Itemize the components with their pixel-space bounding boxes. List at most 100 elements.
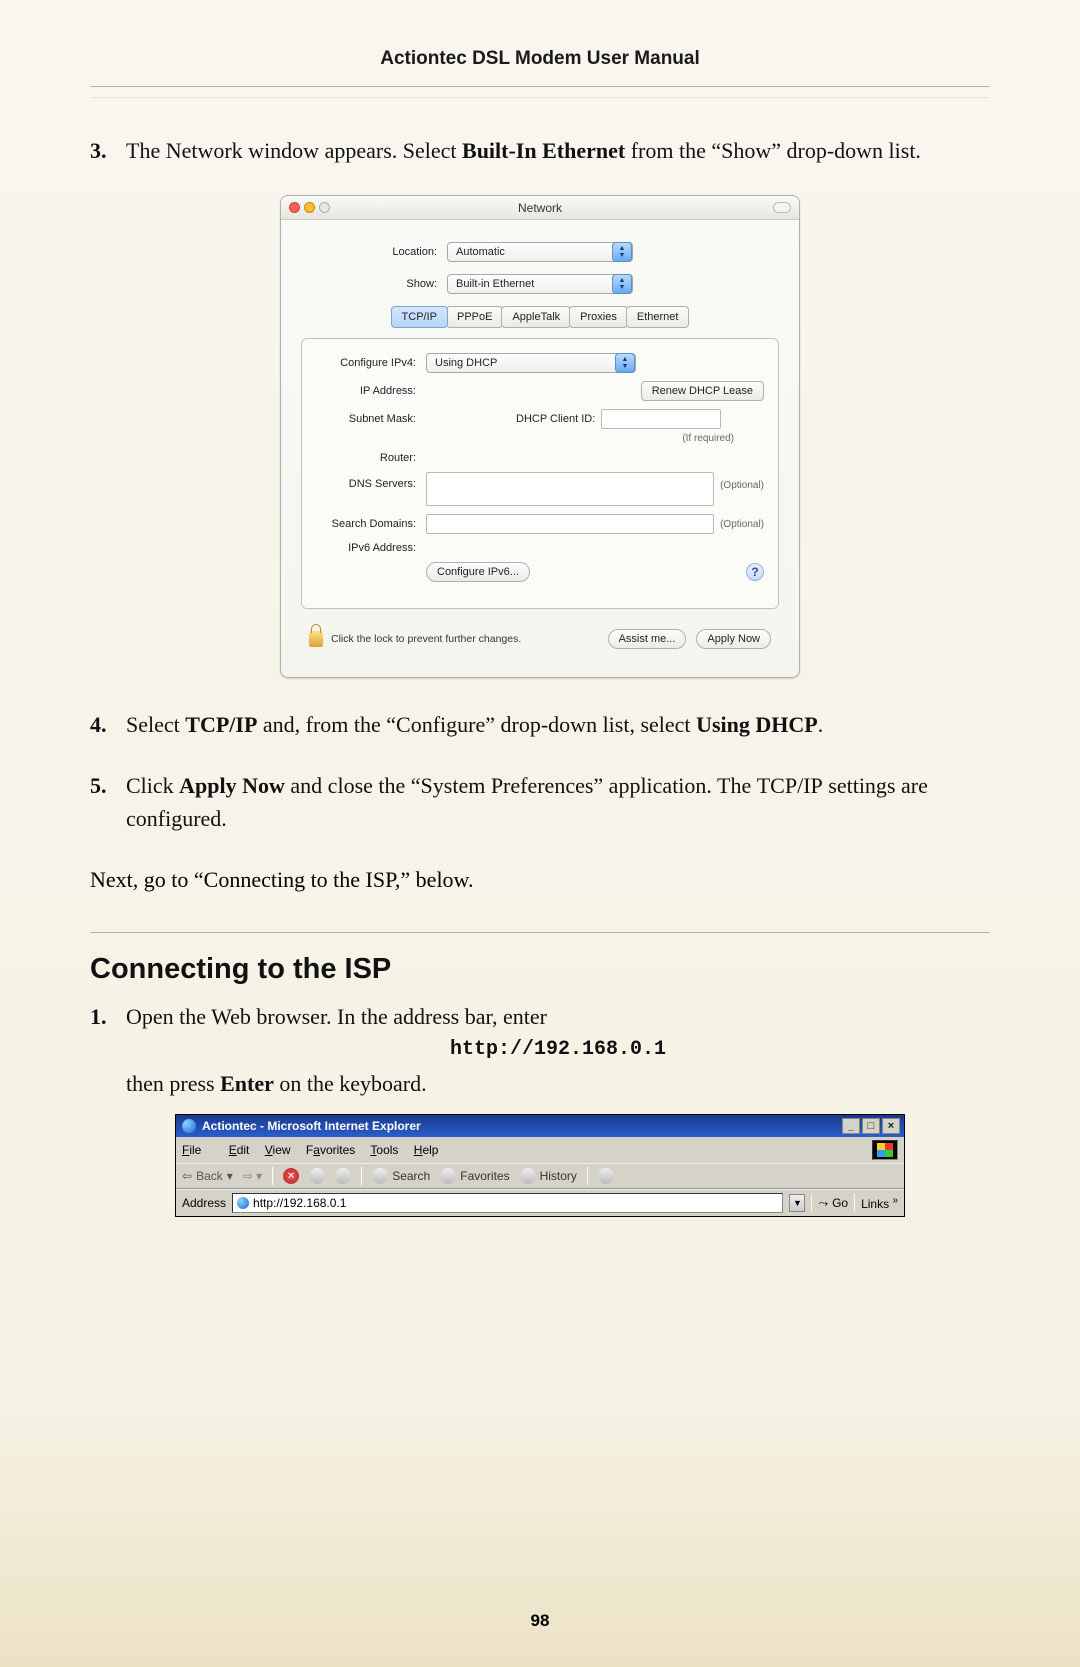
show-label: Show: [297,278,447,290]
close-icon[interactable]: × [882,1118,900,1134]
links-button[interactable]: Links » [861,1195,898,1211]
separator [272,1167,273,1185]
text: The Network window appears. Select [126,138,462,163]
optional-note: (Optional) [720,519,764,530]
if-required-note: (If required) [682,433,734,444]
ie-addressbar: Address http://192.168.0.1 ▼ ⤳ Go Links … [176,1189,904,1216]
menu-file[interactable]: File [182,1143,213,1157]
network-preferences-window: Network Location: Automatic ▲▼ Show: Bui… [280,195,800,678]
favorites-icon [440,1168,456,1184]
history-icon [520,1168,536,1184]
renew-dhcp-lease-button[interactable]: Renew DHCP Lease [641,381,764,401]
menu-favorites[interactable]: Favorites [306,1143,355,1157]
text: and, from the “Configure” drop-down list… [257,712,696,737]
menu-tools[interactable]: Tools [370,1143,398,1157]
select-value: Using DHCP [435,357,497,369]
lock-icon[interactable] [309,631,323,647]
step-number: 4. [90,708,126,741]
favorites-button[interactable]: Favorites [440,1168,509,1184]
document-header: Actiontec DSL Modem User Manual [90,48,990,87]
stop-icon[interactable]: ✕ [283,1168,299,1184]
menu-help[interactable]: Help [414,1143,439,1157]
select-value: Built-in Ethernet [456,278,534,290]
toolbar-pill-icon[interactable] [773,202,791,213]
ie-menubar[interactable]: File Edit View Favorites Tools Help [176,1137,904,1163]
refresh-icon[interactable] [309,1168,325,1184]
forward-button[interactable]: ⇨ ▾ [243,1169,262,1183]
address-input[interactable]: http://192.168.0.1 [232,1193,783,1213]
back-button[interactable]: ⇦ Back ▾ [182,1169,233,1183]
ip-address-label: IP Address: [316,385,426,397]
search-button[interactable]: Search [372,1168,430,1184]
go-button[interactable]: ⤳ Go [818,1196,848,1211]
help-icon[interactable]: ? [746,563,764,581]
text: . [818,712,824,737]
menu-view[interactable]: View [265,1143,291,1157]
menu-edit[interactable]: Edit [229,1143,250,1157]
show-select[interactable]: Built-in Ethernet ▲▼ [447,274,633,294]
apply-now-button[interactable]: Apply Now [696,629,771,649]
minimize-icon[interactable]: _ [842,1118,860,1134]
search-domains-label: Search Domains: [316,518,426,530]
lock-text: Click the lock to prevent further change… [331,633,521,645]
internet-explorer-window: Actiontec - Microsoft Internet Explorer … [175,1114,905,1217]
separator [587,1167,588,1185]
isp-step-1: 1. Open the Web browser. In the address … [90,1000,990,1100]
select-arrows-icon: ▲▼ [615,353,635,373]
history-button[interactable]: History [520,1168,577,1184]
maximize-icon[interactable]: □ [862,1118,880,1134]
assist-me-button[interactable]: Assist me... [608,629,687,649]
location-select[interactable]: Automatic ▲▼ [447,242,633,262]
bold: Enter [220,1071,274,1096]
window-footer: Click the lock to prevent further change… [297,623,783,661]
step-number: 5. [90,769,126,835]
tab-appletalk[interactable]: AppleTalk [501,306,571,328]
separator [811,1194,812,1212]
print-icon[interactable] [598,1168,614,1184]
address-dropdown-icon[interactable]: ▼ [789,1194,805,1212]
configure-ipv4-select[interactable]: Using DHCP ▲▼ [426,353,636,373]
tab-proxies[interactable]: Proxies [569,306,628,328]
ie-throbber-icon [872,1140,898,1160]
ie-titlebar[interactable]: Actiontec - Microsoft Internet Explorer … [176,1115,904,1137]
page-number: 98 [0,1611,1080,1631]
tab-bar: TCP/IP PPPoE AppleTalk Proxies Ethernet [297,306,783,328]
text: Select [126,712,185,737]
smallcaps: TCP/IP [757,773,823,798]
step-4: 4. Select TCP/IP and, from the “Configur… [90,708,990,741]
text: then press [126,1071,220,1096]
window-body: Location: Automatic ▲▼ Show: Built-in Et… [281,220,799,677]
next-paragraph: Next, go to “Connecting to the ISP,” bel… [90,863,990,896]
window-title: Network [281,201,799,215]
bold: Using DHCP [696,712,818,737]
ie-title-text: Actiontec - Microsoft Internet Explorer [202,1119,421,1133]
text: from the “Show” drop-down list. [625,138,921,163]
dns-servers-label: DNS Servers: [316,472,426,490]
address-label: Address [182,1196,226,1210]
configure-ipv6-button[interactable]: Configure IPv6... [426,562,530,582]
dhcp-client-id-label: DHCP Client ID: [516,413,595,425]
select-value: Automatic [456,246,505,258]
step-3: 3. The Network window appears. Select Bu… [90,134,990,167]
tab-ethernet[interactable]: Ethernet [626,306,690,328]
select-arrows-icon: ▲▼ [612,274,632,294]
titlebar[interactable]: Network [281,196,799,220]
tab-pppoe[interactable]: PPPoE [446,306,503,328]
dhcp-client-id-input[interactable] [601,409,721,429]
bold: Apply Now [179,773,285,798]
optional-note: (Optional) [720,472,764,491]
home-icon[interactable] [335,1168,351,1184]
url-line: http://192.168.0.1 [126,1035,990,1065]
ie-logo-icon [182,1119,196,1133]
configure-ipv4-label: Configure IPv4: [316,357,426,369]
separator [361,1167,362,1185]
tab-tcpip[interactable]: TCP/IP [391,306,448,328]
step-5: 5. Click Apply Now and close the “System… [90,769,990,835]
dns-servers-input[interactable] [426,472,714,506]
search-domains-input[interactable] [426,514,714,534]
step-body: Open the Web browser. In the address bar… [126,1000,990,1100]
separator [854,1194,855,1212]
subnet-mask-label: Subnet Mask: [316,413,426,425]
ipv6-address-label: IPv6 Address: [316,542,426,554]
ie-toolbar: ⇦ Back ▾ ⇨ ▾ ✕ Search Favorites History [176,1163,904,1189]
